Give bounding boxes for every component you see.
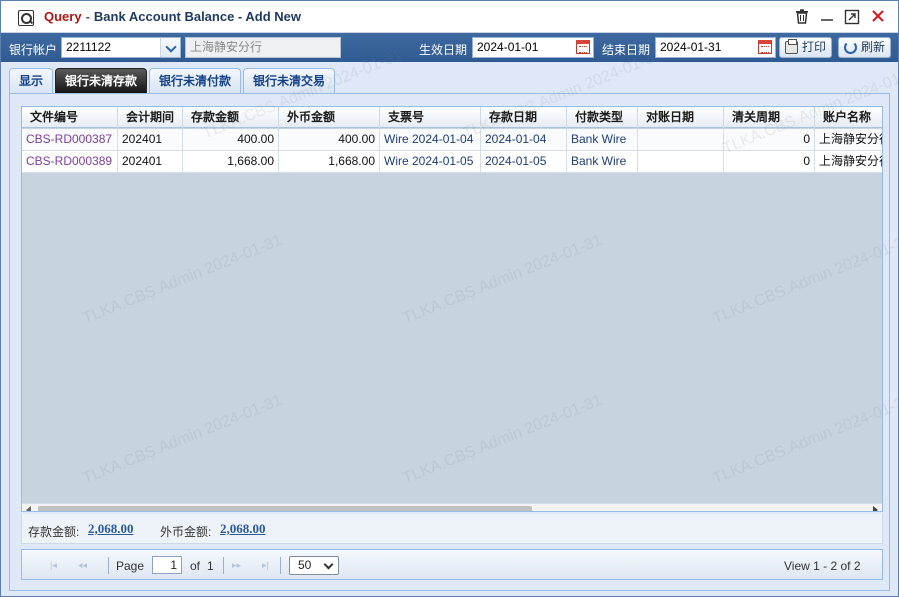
trash-icon[interactable]: [794, 9, 810, 25]
deposit-date-cell: 2024-01-04: [481, 129, 567, 150]
page-label: Page: [116, 559, 145, 573]
window-title: Query - Bank Account Balance - Add New: [44, 9, 301, 24]
of-label: of: [190, 559, 201, 573]
foreign-total-value[interactable]: 2,068.00: [220, 521, 266, 537]
maximize-icon[interactable]: [844, 9, 860, 25]
last-page-icon[interactable]: ▸|: [262, 561, 272, 570]
grid-header: 文件编号 会计期间 存款金额 外币金额 支票号 存款日期 付款类型 对账日期 清…: [22, 107, 882, 128]
printer-icon: [785, 39, 798, 54]
scroll-thumb[interactable]: [38, 506, 532, 511]
print-button[interactable]: 打印: [779, 37, 833, 58]
payment-type-cell: Bank Wire: [567, 151, 638, 172]
foreign-amount-cell: 1,668.00: [279, 151, 380, 172]
reconcile-date-cell: [638, 151, 724, 172]
bank-name-value: 上海静安分行: [190, 40, 263, 54]
totals-bar: 存款金额: 2,068.00 外币金额: 2,068.00: [21, 514, 883, 544]
deposit-amount-cell: 400.00: [183, 129, 279, 150]
tab-bank-outstanding-payments[interactable]: 银行未清付款: [149, 68, 241, 94]
title-main: Bank Account Balance - Add New: [93, 9, 301, 24]
tab-panel: 文件编号 会计期间 存款金额 外币金额 支票号 存款日期 付款类型 对账日期 清…: [9, 94, 890, 591]
tab-display[interactable]: 显示: [9, 68, 53, 94]
query-icon: [18, 10, 34, 26]
calendar-icon[interactable]: [576, 40, 590, 54]
total-pages: 1: [207, 559, 214, 573]
filter-toolbar: 银行帐户 2211122 上海静安分行 生效日期 2024-01-01 结束日期…: [1, 33, 898, 62]
title-bar: Query - Bank Account Balance - Add New: [1, 1, 898, 33]
bank-name-field: 上海静安分行: [185, 37, 341, 58]
column-header[interactable]: 对账日期: [638, 107, 724, 128]
first-page-icon[interactable]: |◂: [50, 561, 60, 570]
pagination-bar: |◂ ◂◂ Page 1 of 1 ▸▸ ▸| 50 View 1 - 2 of…: [21, 549, 883, 580]
account-name-cell: 上海静安分行: [815, 151, 882, 172]
minimize-icon[interactable]: [819, 9, 835, 25]
account-name-cell: 上海静安分行: [815, 129, 882, 150]
effective-date-value: 2024-01-01: [477, 40, 539, 54]
divider: [280, 557, 281, 574]
close-icon[interactable]: [870, 9, 886, 25]
effective-date-label: 生效日期: [419, 43, 468, 57]
scroll-right-icon[interactable]: [873, 506, 878, 511]
deposit-total-value[interactable]: 2,068.00: [88, 521, 134, 537]
scroll-left-icon[interactable]: [26, 506, 31, 511]
column-header[interactable]: 账户名称: [815, 107, 882, 128]
bank-account-select[interactable]: 2211122: [61, 37, 181, 58]
foreign-amount-cell: 400.00: [279, 129, 380, 150]
clearing-cycle-cell: 0: [724, 151, 815, 172]
end-date-input[interactable]: 2024-01-31: [655, 37, 776, 58]
bank-account-value: 2211122: [66, 40, 111, 54]
next-page-icon[interactable]: ▸▸: [232, 561, 242, 570]
chevron-down-icon[interactable]: [160, 38, 180, 57]
refresh-label: 刷新: [861, 40, 886, 54]
divider: [223, 557, 224, 574]
column-header[interactable]: 存款日期: [481, 107, 567, 128]
foreign-total-label: 外币金额:: [160, 525, 212, 539]
tab-bank-outstanding-transactions[interactable]: 银行未清交易: [243, 68, 335, 94]
effective-date-input[interactable]: 2024-01-01: [472, 37, 594, 58]
tab-bank-outstanding-deposits[interactable]: 银行未清存款: [55, 68, 147, 94]
period-cell: 202401: [118, 151, 183, 172]
query-window: Query - Bank Account Balance - Add New 银行帐…: [0, 0, 899, 597]
period-cell: 202401: [118, 129, 183, 150]
horizontal-scrollbar[interactable]: [22, 503, 882, 511]
column-header[interactable]: 清关周期: [724, 107, 815, 128]
view-range-text: View 1 - 2 of 2: [784, 559, 861, 573]
end-date-value: 2024-01-31: [660, 40, 722, 54]
column-header[interactable]: 文件编号: [22, 107, 118, 128]
refresh-icon: [844, 41, 857, 54]
table-row[interactable]: CBS-RD000387 202401 400.00 400.00 Wire 2…: [22, 129, 882, 151]
page-size-select[interactable]: 50: [289, 556, 339, 575]
doc-number-cell[interactable]: CBS-RD000387: [22, 129, 118, 150]
check-number-cell: Wire 2024-01-04: [380, 129, 481, 150]
column-header[interactable]: 付款类型: [567, 107, 638, 128]
bank-account-label: 银行帐户: [9, 43, 58, 57]
column-header[interactable]: 支票号: [380, 107, 481, 128]
print-label: 打印: [802, 40, 827, 54]
reconcile-date-cell: [638, 129, 724, 150]
deposits-grid: 文件编号 会计期间 存款金额 外币金额 支票号 存款日期 付款类型 对账日期 清…: [21, 106, 883, 512]
calendar-icon[interactable]: [758, 40, 772, 54]
table-row[interactable]: CBS-RD000389 202401 1,668.00 1,668.00 Wi…: [22, 151, 882, 173]
deposit-date-cell: 2024-01-05: [481, 151, 567, 172]
column-header[interactable]: 存款金额: [183, 107, 279, 128]
column-header[interactable]: 会计期间: [118, 107, 183, 128]
deposit-total-label: 存款金额:: [28, 525, 80, 539]
refresh-button[interactable]: 刷新: [838, 37, 892, 58]
check-number-cell: Wire 2024-01-05: [380, 151, 481, 172]
doc-number-cell[interactable]: CBS-RD000389: [22, 151, 118, 172]
clearing-cycle-cell: 0: [724, 129, 815, 150]
column-header[interactable]: 外币金额: [279, 107, 380, 128]
divider: [108, 557, 109, 574]
title-prefix: Query: [44, 9, 82, 24]
page-number-input[interactable]: 1: [152, 556, 182, 574]
end-date-label: 结束日期: [602, 43, 651, 57]
deposit-amount-cell: 1,668.00: [183, 151, 279, 172]
payment-type-cell: Bank Wire: [567, 129, 638, 150]
prev-page-icon[interactable]: ◂◂: [78, 561, 88, 570]
